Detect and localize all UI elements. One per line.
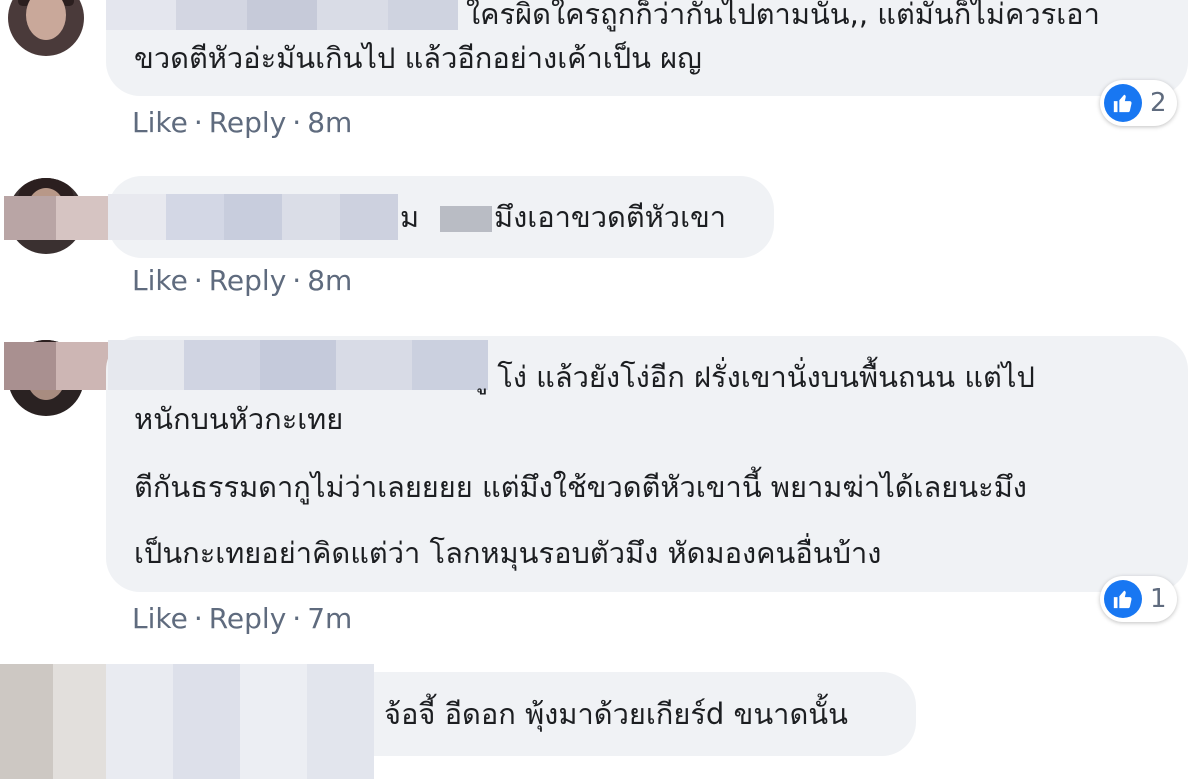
redacted-username xyxy=(106,0,458,30)
redacted-avatar xyxy=(4,196,108,240)
like-icon xyxy=(1104,580,1142,618)
separator: · xyxy=(193,602,203,635)
comment-actions: Like · Reply · 7m xyxy=(132,602,352,636)
comment-actions: Like · Reply · 8m xyxy=(132,106,352,140)
reply-link[interactable]: Reply xyxy=(209,264,287,297)
redacted-avatar xyxy=(0,664,106,779)
separator: · xyxy=(292,602,302,635)
comment-actions: Like · Reply · 8m xyxy=(132,264,352,298)
separator: · xyxy=(193,264,203,297)
like-link[interactable]: Like xyxy=(132,602,188,635)
redacted-word xyxy=(440,206,492,232)
comment-text: หนักบนหัวกะเทย xyxy=(134,402,344,436)
like-link[interactable]: Like xyxy=(132,264,188,297)
like-icon xyxy=(1104,84,1142,122)
comment-text: ู โง่ แล้วยังโง่อีก ฝรั่งเขานั่งบนพื้นถน… xyxy=(488,360,1035,394)
reaction-count: 1 xyxy=(1150,584,1167,614)
timestamp-link[interactable]: 8m xyxy=(307,106,352,139)
comment-text: ใครผิดใครถูกก็ว่ากันไปตามนั้น,, แต่มันก็… xyxy=(466,0,1100,31)
timestamp-link[interactable]: 8m xyxy=(307,264,352,297)
like-link[interactable]: Like xyxy=(132,106,188,139)
comment-text: ตีกันธรรมดากูไม่ว่าเลยยยย แต่มึงใช้ขวดตี… xyxy=(134,470,1027,504)
separator: · xyxy=(292,106,302,139)
comment-text: ขวดตีหัวอ่ะมันเกินไป แล้วอีกอย่างเค้าเป็… xyxy=(134,41,702,75)
reply-link[interactable]: Reply xyxy=(209,106,287,139)
comment-text-fragment: ม xyxy=(400,200,420,234)
redacted-username xyxy=(108,194,398,240)
reaction-badge[interactable]: 1 xyxy=(1100,576,1177,622)
comment-thread: ใครผิดใครถูกก็ว่ากันไปตามนั้น,, แต่มันก็… xyxy=(0,0,1200,779)
redacted-avatar xyxy=(4,342,108,390)
comment-text: เป็นกะเทยอย่าคิดแต่ว่า โลกหมุนรอบตัวมึง … xyxy=(134,536,882,570)
avatar[interactable] xyxy=(8,0,84,56)
redacted-username xyxy=(108,340,488,390)
separator: · xyxy=(292,264,302,297)
avatar-face xyxy=(26,0,66,40)
reaction-badge[interactable]: 2 xyxy=(1100,80,1177,126)
comment-text: จ้อจี้ อีดอก พุ้งมาด้วยเกียร์d ขนาดนั้น xyxy=(384,697,848,731)
redacted-username xyxy=(106,664,374,779)
reaction-count: 2 xyxy=(1150,88,1167,118)
timestamp-link[interactable]: 7m xyxy=(307,602,352,635)
separator: · xyxy=(193,106,203,139)
comment-text: มึงเอาขวดตีหัวเขา xyxy=(494,200,727,234)
reply-link[interactable]: Reply xyxy=(209,602,287,635)
